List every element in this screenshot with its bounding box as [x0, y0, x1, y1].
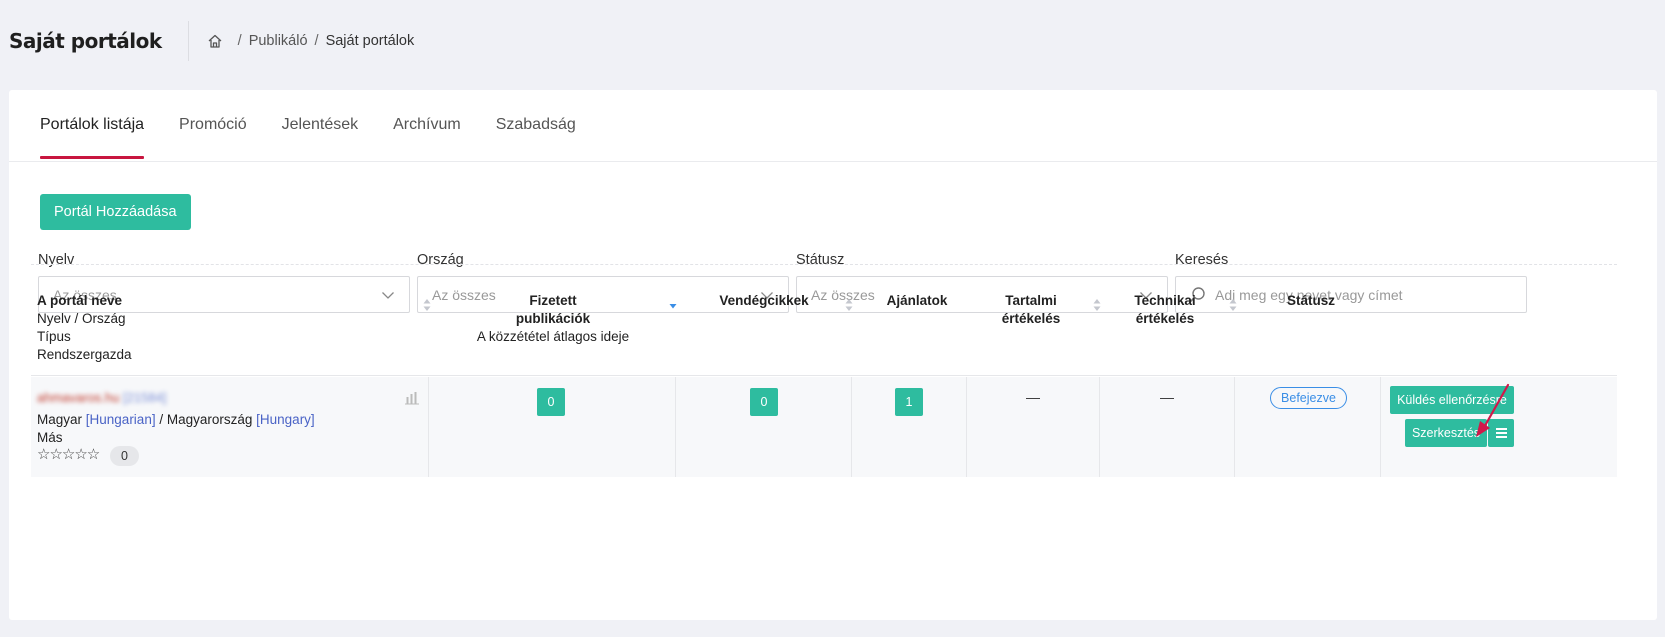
title-divider	[187, 21, 189, 61]
add-portal-button[interactable]: Portál Hozzáadása	[40, 194, 191, 230]
row-country: Magyarország	[166, 412, 253, 427]
page-title: Saját portálok	[9, 29, 162, 53]
header-technical-line2: értékelés	[1135, 311, 1195, 326]
cell-content-rating: —	[967, 377, 1100, 477]
tab-portal-list[interactable]: Portálok listája	[40, 90, 145, 161]
header-offers-title: Ajánlatok	[886, 293, 948, 308]
sort-icon[interactable]	[1093, 298, 1101, 312]
row-language: Magyar	[37, 412, 83, 427]
status-badge: Befejezve	[1270, 387, 1347, 409]
sort-icon[interactable]	[423, 298, 431, 312]
breadcrumb-current: Saját portálok	[325, 33, 415, 49]
bar-chart-icon[interactable]	[404, 391, 420, 405]
header-technical-line1: Technikai	[1134, 293, 1196, 308]
header-content-line2: értékelés	[1001, 311, 1061, 326]
row-type: Más	[37, 430, 63, 445]
top-bar: Saját portálok / Publikáló / Saját portá…	[0, 0, 1665, 82]
search-label: Keresés	[1175, 252, 1229, 268]
breadcrumb: / Publikáló / Saját portálok	[207, 33, 415, 49]
tab-archive[interactable]: Archívum	[393, 90, 461, 161]
cell-offers: 1	[852, 377, 967, 477]
section-divider	[31, 264, 1617, 265]
header-content-rating[interactable]: Tartalmi értékelés	[991, 292, 1071, 328]
portal-name[interactable]: ahmavaros.hu [21584]	[37, 390, 166, 405]
portal-name-text: ahmavaros.hu	[37, 390, 120, 405]
header-guest-title: Vendégcikkek	[719, 293, 809, 308]
language-country-line: Magyar [Hungarian] / Magyarország [Hunga…	[37, 412, 315, 427]
table-row: ahmavaros.hu [21584] Magyar [Hungarian] …	[31, 377, 1617, 477]
red-arrow-annotation	[1476, 383, 1510, 437]
header-portal-name[interactable]: A portál neve Nyelv / Ország Típus Rends…	[37, 292, 132, 364]
header-paid-title: Fizetett	[529, 293, 577, 308]
paid-count-badge[interactable]: 0	[537, 388, 565, 416]
tab-reports[interactable]: Jelentések	[282, 90, 359, 161]
header-type: Típus	[37, 329, 71, 344]
cell-paid: 0	[429, 377, 676, 477]
header-content-line1: Tartalmi	[1005, 293, 1057, 308]
country-filter-label: Ország	[417, 252, 464, 268]
cell-technical-rating: —	[1100, 377, 1235, 477]
portal-id: [21584]	[123, 390, 167, 405]
header-status-title: Státusz	[1286, 293, 1335, 308]
header-offers: Ajánlatok	[867, 292, 967, 310]
cell-portal-info: ahmavaros.hu [21584] Magyar [Hungarian] …	[31, 377, 429, 477]
breadcrumb-separator: /	[237, 33, 242, 49]
content-rating-value: —	[1026, 389, 1040, 405]
sort-desc-icon[interactable]	[669, 298, 677, 312]
sort-icon[interactable]	[1229, 298, 1237, 312]
home-icon[interactable]	[207, 33, 223, 49]
header-language-country: Nyelv / Ország	[37, 311, 126, 326]
header-paid[interactable]: Fizetett publikációk A közzététel átlago…	[463, 292, 643, 346]
star-rating: ☆☆☆☆☆	[37, 446, 100, 463]
row-language-en: [Hungarian]	[85, 412, 156, 427]
status-filter-label: Státusz	[796, 252, 845, 268]
header-status: Státusz	[1271, 292, 1351, 310]
header-guest-articles[interactable]: Vendégcikkek	[709, 292, 819, 310]
cell-guest: 0	[676, 377, 852, 477]
breadcrumb-separator: /	[314, 33, 319, 49]
technical-rating-value: —	[1160, 389, 1174, 405]
header-paid-avg-time: A közzététel átlagos ideje	[476, 329, 630, 344]
row-country-en: [Hungary]	[256, 412, 315, 427]
breadcrumb-parent[interactable]: Publikáló	[249, 33, 308, 49]
tab-promotion[interactable]: Promóció	[179, 90, 247, 161]
guest-count-badge[interactable]: 0	[750, 388, 778, 416]
header-portal-name-title: A portál neve	[37, 293, 123, 308]
header-admin: Rendszergazda	[37, 347, 132, 362]
rating-count: 0	[110, 446, 139, 466]
offers-count-badge[interactable]: 1	[895, 388, 923, 416]
tab-bar: Portálok listája Promóció Jelentések Arc…	[9, 90, 1657, 162]
header-paid-subtitle: publikációk	[515, 311, 591, 326]
tab-vacation[interactable]: Szabadság	[496, 90, 576, 161]
language-filter-label: Nyelv	[38, 252, 75, 268]
header-technical-rating[interactable]: Technikai értékelés	[1125, 292, 1205, 328]
sort-icon[interactable]	[845, 298, 853, 312]
table-header: A portál neve Nyelv / Ország Típus Rends…	[31, 280, 1617, 376]
